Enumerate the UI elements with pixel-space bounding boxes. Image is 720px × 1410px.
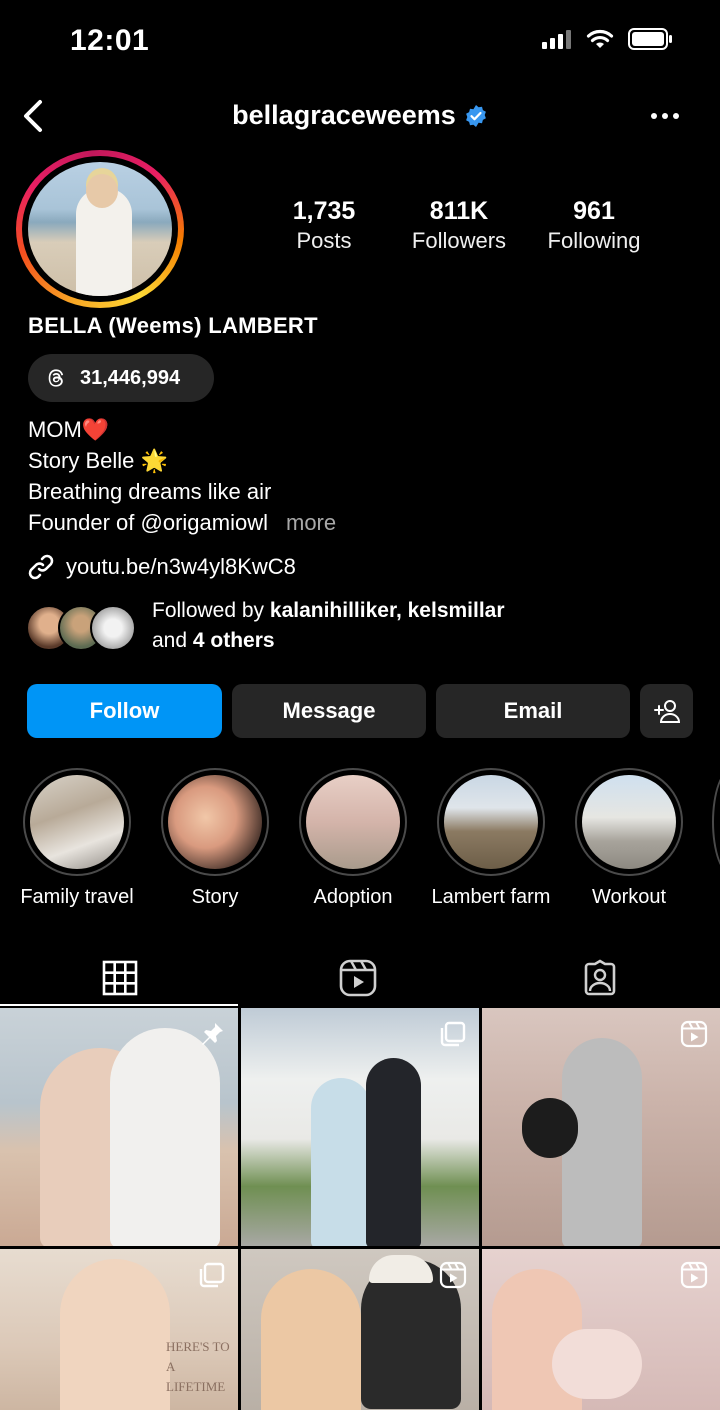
carousel-icon [440,1021,466,1047]
highlight-lambert-farm[interactable]: Lambert farm [422,768,560,909]
stat-posts[interactable]: 1,735 Posts [270,196,378,256]
followed-by-names[interactable]: kalanihilliker, kelsmillar [270,599,505,622]
followed-by-others[interactable]: 4 others [193,629,275,652]
grid-icon [102,960,138,996]
grid-post[interactable]: HERE'S TO A LIFETIME [0,1249,238,1410]
pin-icon [202,1023,223,1045]
stat-followers[interactable]: 811K Followers [398,196,520,256]
followed-by-and: and [152,629,193,652]
highlight-label: Story [191,886,239,908]
battery-icon [628,28,672,50]
highlight-label: Lambert farm [431,886,551,908]
stat-followers-label: Followers [411,228,507,253]
tab-tagged[interactable] [480,950,720,1006]
grid-post[interactable] [482,1249,720,1410]
message-button[interactable]: Message [232,684,426,738]
stat-followers-value: 811K [429,197,489,225]
reels-icon [339,959,377,997]
highlight-partial[interactable] [712,768,720,876]
cellular-signal-icon [542,30,571,49]
suggested-people-button[interactable] [640,684,693,738]
highlight-family-travel[interactable]: Family travel [8,768,146,909]
stat-posts-value: 1,735 [292,197,356,225]
link-icon [28,554,54,580]
threads-count: 31,446,994 [80,366,181,389]
reel-icon [439,1261,467,1289]
reel-icon [680,1261,708,1289]
stat-following-value: 961 [573,197,615,225]
active-tab-indicator [0,1004,238,1006]
followed-by-prefix: Followed by [152,599,270,622]
status-time: 12:01 [70,24,150,57]
stat-following[interactable]: 961 Following [534,196,654,256]
full-name: BELLA (Weems) LAMBERT [28,313,318,338]
email-button[interactable]: Email [436,684,630,738]
mutual-avatars [26,601,138,651]
highlight-story[interactable]: Story [146,768,284,909]
tab-posts-grid[interactable] [0,950,240,1006]
add-person-icon [653,700,680,723]
grid-post[interactable] [482,1008,720,1246]
tab-reels[interactable] [238,950,478,1006]
profile-header: bellagraceweems [0,100,720,131]
bio-line: Story Belle 🌟 [28,448,168,473]
verified-badge-icon [465,104,486,127]
follow-button[interactable]: Follow [27,684,222,738]
followed-by[interactable]: Followed by kalanihilliker, kelsmillar a… [26,596,505,656]
bio: MOM❤️ Story Belle 🌟 Breathing dreams lik… [28,414,336,538]
wifi-icon [586,29,614,48]
status-icons [542,28,674,50]
grid-post[interactable] [0,1008,238,1246]
tagged-icon [584,959,616,996]
highlight-label: Adoption [313,886,393,908]
highlight-label: Family travel [20,886,134,908]
profile-link[interactable]: youtu.be/n3w4yl8KwC8 [26,552,296,582]
bio-more-link[interactable]: more [286,510,336,535]
reel-icon [680,1020,708,1048]
grid-post[interactable] [241,1249,479,1410]
bio-line: Founder of @origamiowl [28,510,268,535]
avatar[interactable] [28,162,172,296]
bio-line: MOM❤️ [28,417,110,442]
stat-following-label: Following [547,228,641,253]
profile-link-text: youtu.be/n3w4yl8KwC8 [66,554,296,579]
highlight-workout[interactable]: Workout [560,768,698,909]
bio-line: Breathing dreams like air [28,479,272,504]
highlight-label: Workout [591,886,667,908]
highlight-adoption[interactable]: Adoption [284,768,422,909]
threads-badge[interactable]: 31,446,994 [28,354,214,402]
threads-icon [48,369,64,387]
stat-posts-label: Posts [296,228,352,253]
post-overlay-text: HERE'S TO A LIFETIME [166,1339,230,1394]
avatar [90,605,136,651]
carousel-icon [199,1262,225,1288]
grid-post[interactable] [241,1008,479,1246]
more-options-icon[interactable] [650,104,680,128]
username: bellagraceweems [232,100,456,130]
